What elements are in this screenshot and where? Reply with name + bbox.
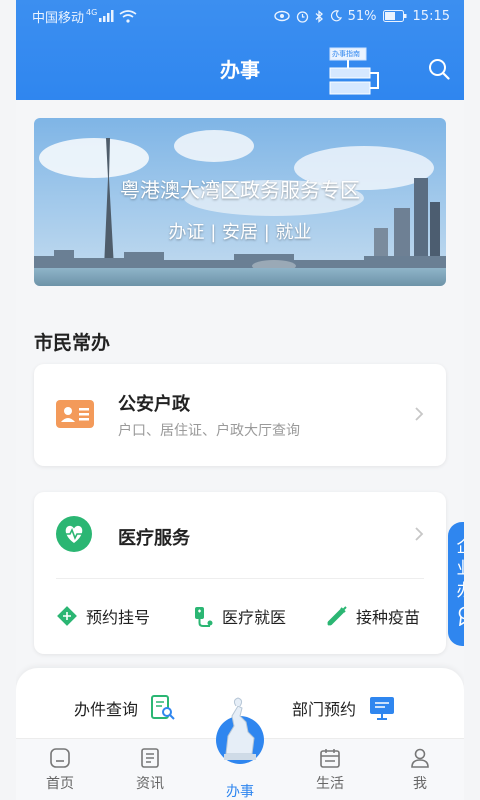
service-guide-button[interactable]: 办事指南 — [328, 46, 386, 98]
medical-service-row[interactable]: 医疗服务 — [34, 492, 446, 578]
guide-label: 办事指南 — [332, 50, 360, 58]
tab-news[interactable]: 资讯 — [120, 747, 180, 793]
gba-banner[interactable]: 粤港澳大湾区政务服务专区 办证 | 安居 | 就业 — [34, 118, 446, 286]
document-search-icon — [151, 695, 175, 720]
home-icon — [50, 748, 70, 768]
tab-label: 生活 — [316, 776, 344, 792]
user-icon — [411, 748, 429, 768]
tab-label: 首页 — [46, 776, 74, 792]
signal-icon — [99, 10, 114, 22]
heart-pulse-icon — [56, 516, 92, 552]
search-icon[interactable] — [428, 58, 450, 80]
department-appointment-label: 部门预约 — [292, 700, 357, 719]
id-card-icon — [56, 400, 94, 428]
section-title: 市民常办 — [34, 332, 111, 354]
tab-label: 我 — [413, 776, 427, 792]
tab-label: 资讯 — [136, 776, 164, 792]
subitem-label: 接种疫苗 — [356, 608, 421, 627]
app-screen: 中国移动 4G 51% 15:15 办事 办事指南 粤港澳大湾区政务服务专区 办… — [16, 0, 464, 800]
moon-icon — [330, 10, 342, 22]
case-query-label: 办件查询 — [74, 700, 139, 719]
tab-me[interactable]: 我 — [390, 747, 450, 793]
tab-label: 办事 — [226, 784, 254, 800]
battery-icon — [382, 10, 407, 22]
battery-percent: 51% — [347, 8, 377, 24]
header: 中国移动 4G 51% 15:15 办事 办事指南 — [16, 0, 464, 100]
subitem-label: 医疗就医 — [222, 608, 287, 627]
calendar-icon — [320, 749, 340, 768]
status-bar: 中国移动 4G 51% 15:15 — [32, 6, 450, 26]
medical-visit-button[interactable]: 医疗就医 — [192, 604, 286, 628]
carrier-text: 中国移动 — [32, 10, 85, 26]
department-appointment-button[interactable]: 部门预约 — [292, 694, 396, 722]
card-title: 公安户政 — [118, 394, 190, 415]
card-description: 户口、居住证、户政大厅查询 — [118, 423, 300, 439]
card-title: 医疗服务 — [118, 528, 190, 549]
police-household-card[interactable]: 公安户政 户口、居住证、户政大厅查询 — [34, 364, 446, 466]
tab-home[interactable]: 首页 — [30, 747, 90, 793]
news-icon — [141, 748, 159, 768]
banner-subtitle: 办证 | 安居 | 就业 — [168, 222, 312, 243]
alarm-icon — [296, 10, 308, 23]
appointment-icon — [57, 606, 77, 626]
monitor-icon — [370, 697, 395, 720]
wifi-icon — [119, 9, 137, 23]
vaccine-icon — [327, 606, 347, 626]
enterprise-services-tab[interactable]: 企 业 办 — [448, 522, 464, 646]
ram-statue-icon[interactable] — [214, 696, 266, 766]
chevron-right-icon — [415, 407, 424, 421]
chevron-right-icon — [415, 527, 424, 541]
bluetooth-icon — [315, 9, 323, 23]
banner-title: 粤港澳大湾区政务服务专区 — [120, 178, 360, 202]
tab-services[interactable]: 办事 — [210, 781, 270, 800]
enterprise-tab-char: 企 — [457, 536, 465, 558]
network-type: 4G — [86, 7, 98, 17]
vaccination-button[interactable]: 接种疫苗 — [326, 604, 420, 628]
award-ribbon-icon — [458, 606, 464, 626]
clock: 15:15 — [412, 8, 450, 24]
medical-visit-icon — [195, 607, 213, 627]
divider — [56, 578, 424, 579]
tab-life[interactable]: 生活 — [300, 747, 360, 793]
case-query-button[interactable]: 办件查询 — [74, 694, 176, 722]
page-title: 办事 — [220, 58, 260, 82]
eye-icon — [273, 10, 290, 22]
medical-service-card: 医疗服务 预约挂号 医疗就医 接种疫苗 — [34, 492, 446, 654]
enterprise-tab-char: 办 — [457, 580, 465, 602]
appointment-registration-button[interactable]: 预约挂号 — [56, 604, 150, 628]
subitem-label: 预约挂号 — [86, 608, 151, 627]
enterprise-tab-char: 业 — [457, 558, 465, 580]
